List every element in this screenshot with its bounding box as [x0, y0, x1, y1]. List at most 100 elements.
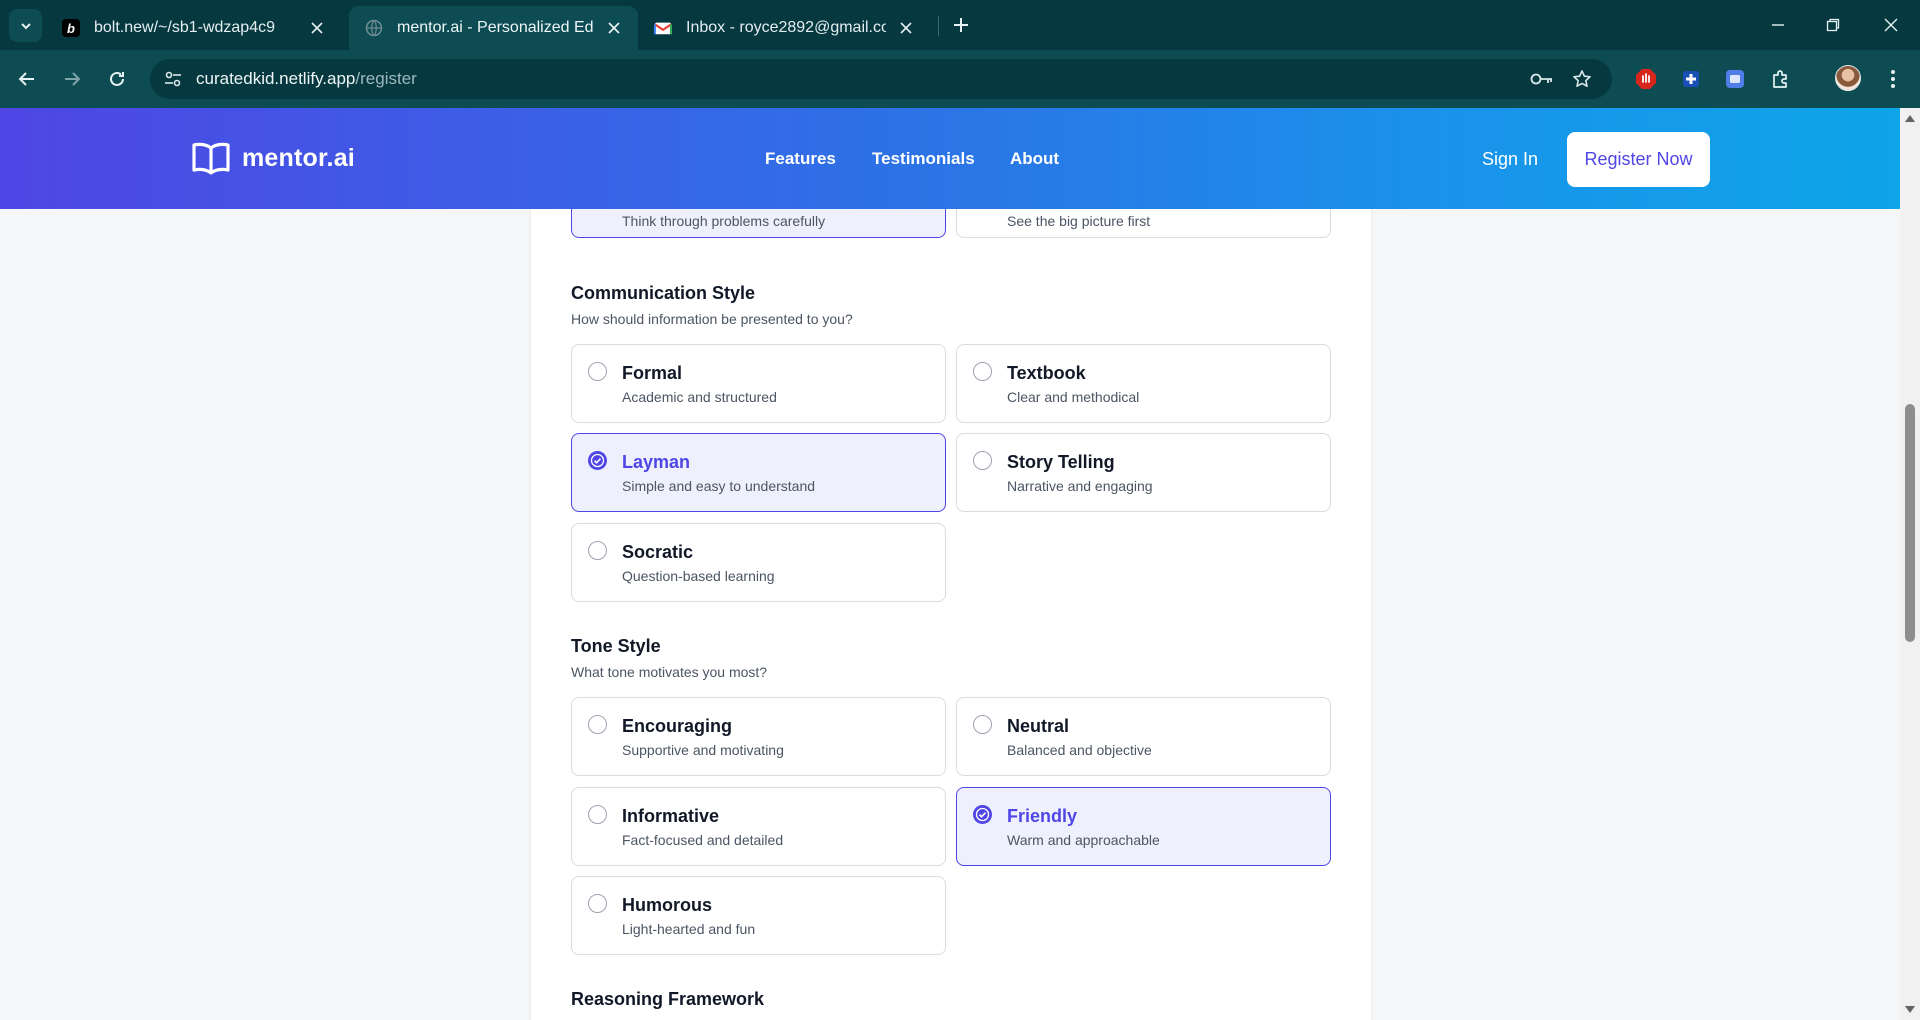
back-button[interactable] — [12, 64, 42, 94]
option-label: Neutral — [1007, 716, 1070, 736]
communication-style-title: Communication Style — [571, 283, 756, 303]
check-circle-icon — [973, 805, 992, 824]
forward-button[interactable] — [57, 64, 87, 94]
reasoning-framework-title: Reasoning Framework — [571, 989, 765, 1009]
option-label: Informative — [622, 806, 720, 826]
close-icon[interactable] — [896, 18, 916, 38]
option-story-telling[interactable]: Story Telling Narrative and engaging — [956, 433, 1331, 512]
option-friendly[interactable]: Friendly Warm and approachable — [956, 787, 1331, 866]
more-menu-icon[interactable] — [1879, 65, 1907, 93]
radio-unchecked[interactable] — [588, 362, 607, 381]
option-neutral[interactable]: Neutral Balanced and objective — [956, 697, 1331, 776]
radio-unchecked[interactable] — [973, 362, 992, 381]
option-description: Balanced and objective — [1007, 742, 1152, 758]
plus-icon — [954, 18, 968, 32]
close-window-button[interactable] — [1876, 10, 1906, 40]
profile-avatar[interactable] — [1835, 65, 1861, 91]
tab-bolt[interactable]: b bolt.new/~/sb1-wdzap4c9 — [46, 6, 341, 50]
extension-adblock-icon[interactable] — [1632, 65, 1660, 93]
option-description: Supportive and motivating — [622, 742, 784, 758]
browser-toolbar: curatedkid.netlify.app/register — [0, 50, 1920, 108]
restore-button[interactable] — [1818, 10, 1848, 40]
option-description: Question-based learning — [622, 568, 775, 584]
reload-button[interactable] — [102, 64, 132, 94]
radio-unchecked[interactable] — [973, 715, 992, 734]
radio-checked[interactable] — [588, 451, 607, 470]
radio-unchecked[interactable] — [588, 715, 607, 734]
option-label: Humorous — [622, 895, 712, 915]
option-description: Think through problems carefully — [622, 213, 826, 229]
nav-features[interactable]: Features — [765, 149, 836, 169]
option-description: Light-hearted and fun — [622, 921, 756, 937]
password-key-icon[interactable] — [1530, 67, 1554, 91]
tab-separator — [938, 16, 939, 36]
tab-title: bolt.new/~/sb1-wdzap4c9 — [94, 19, 275, 36]
register-now-button[interactable]: Register Now — [1567, 132, 1710, 187]
tone-style-subtitle: What tone motivates you most? — [571, 664, 768, 680]
option-informative[interactable]: Informative Fact-focused and detailed — [571, 787, 946, 866]
radio-unchecked[interactable] — [973, 451, 992, 470]
close-icon — [1884, 18, 1898, 32]
bolt-icon: b — [62, 19, 80, 37]
communication-style-subtitle: How should information be presented to y… — [571, 311, 853, 327]
option-layman[interactable]: Layman Simple and easy to understand — [571, 433, 946, 512]
option-textbook[interactable]: Textbook Clear and methodical — [956, 344, 1331, 423]
option-description: Simple and easy to understand — [622, 478, 816, 494]
extensions-puzzle-icon[interactable] — [1767, 65, 1795, 93]
option-description: Warm and approachable — [1007, 832, 1160, 848]
scroll-down-arrow[interactable] — [1905, 1006, 1915, 1013]
site-info-icon[interactable] — [162, 68, 184, 90]
url-text: curatedkid.netlify.app/register — [196, 69, 417, 89]
option-description: See the big picture first — [1007, 213, 1151, 229]
option-label: Friendly — [1007, 806, 1078, 826]
radio-checked[interactable] — [973, 805, 992, 824]
close-icon[interactable] — [307, 18, 327, 38]
extension-puzzle-blue-icon[interactable] — [1677, 65, 1705, 93]
tab-title: Inbox - royce2892@gmail.com — [686, 19, 886, 36]
option-formal[interactable]: Formal Academic and structured — [571, 344, 946, 423]
nav-testimonials[interactable]: Testimonials — [872, 149, 975, 169]
option-label: Encouraging — [622, 716, 733, 736]
nav-about[interactable]: About — [1010, 149, 1059, 169]
option-encouraging[interactable]: Encouraging Supportive and motivating — [571, 697, 946, 776]
tone-style-title: Tone Style — [571, 636, 661, 656]
bookmark-star-icon[interactable] — [1570, 67, 1594, 91]
brand-logo[interactable]: mentor.ai — [192, 140, 355, 176]
url-path: /register — [355, 69, 417, 88]
sign-in-link[interactable]: Sign In — [1482, 149, 1538, 170]
option-description: Narrative and engaging — [1007, 478, 1153, 494]
close-icon[interactable] — [604, 18, 624, 38]
page-scrollbar[interactable] — [1900, 108, 1920, 1020]
page-viewport: mentor.ai Features Testimonials About Si… — [0, 108, 1900, 1020]
option-description: Clear and methodical — [1007, 389, 1140, 405]
arrow-right-icon — [65, 72, 81, 86]
tab-mentor[interactable]: mentor.ai - Personalized Educat — [349, 6, 638, 50]
option-description: Academic and structured — [622, 389, 777, 405]
url-host: curatedkid.netlify.app — [196, 69, 356, 88]
browser-tab-bar: b bolt.new/~/sb1-wdzap4c9 mentor.ai - Pe… — [0, 0, 1920, 50]
tab-search-button[interactable] — [9, 9, 42, 42]
option-label: Socratic — [622, 542, 694, 562]
gmail-icon — [654, 19, 672, 37]
radio-unchecked[interactable] — [588, 805, 607, 824]
radio-unchecked[interactable] — [588, 894, 607, 913]
restore-icon — [1826, 18, 1840, 32]
tab-gmail[interactable]: Inbox - royce2892@gmail.com — [638, 6, 930, 50]
scrollbar-thumb[interactable] — [1905, 404, 1915, 642]
minimize-icon — [1772, 24, 1784, 26]
option-label: Textbook — [1007, 363, 1086, 383]
extension-window-icon[interactable] — [1721, 65, 1749, 93]
option-label: Story Telling — [1007, 452, 1115, 472]
reload-icon — [110, 71, 124, 86]
option-humorous[interactable]: Humorous Light-hearted and fun — [571, 876, 946, 955]
radio-unchecked[interactable] — [588, 541, 607, 560]
address-bar[interactable]: curatedkid.netlify.app/register — [150, 59, 1612, 99]
chevron-down-icon — [20, 22, 31, 29]
open-book-icon — [192, 142, 230, 175]
option-socratic[interactable]: Socratic Question-based learning — [571, 523, 946, 602]
minimize-button[interactable] — [1763, 10, 1793, 40]
new-tab-button[interactable] — [948, 12, 974, 38]
arrow-left-icon — [18, 72, 34, 86]
svg-text:b: b — [67, 21, 75, 36]
scroll-up-arrow[interactable] — [1905, 115, 1915, 122]
